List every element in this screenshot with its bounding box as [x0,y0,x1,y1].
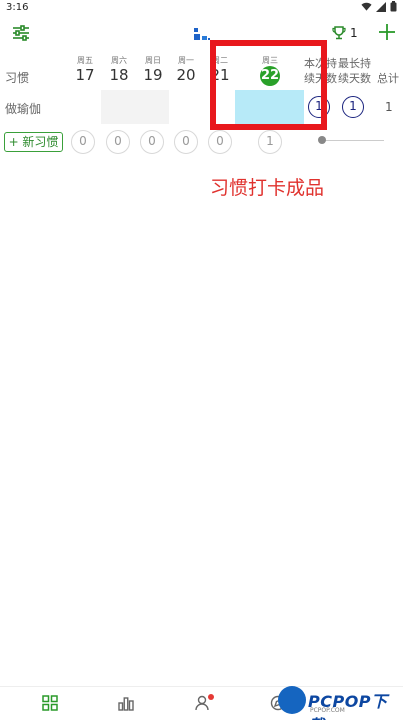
habit-column-header: 习惯 [5,71,30,85]
day-weekday: 周六 [111,56,127,65]
day-date: 17 [75,66,95,84]
best-streak-header: 最长持 续天数 [338,56,371,86]
total-header: 总计 [377,72,399,85]
day-count-ring: 1 [258,130,282,154]
habit-day-cell[interactable] [101,90,169,124]
best-streak-header-line2: 续天数 [338,72,371,85]
day-header: 周日 19 [136,55,170,84]
status-icons [361,1,397,12]
day-header: 周一 20 [169,55,203,84]
day-date: 18 [109,66,129,84]
status-bar: 3:16 [0,0,403,16]
filter-settings-icon[interactable] [10,22,32,44]
new-habit-button[interactable]: + 新习惯 [4,132,63,152]
notification-dot [208,694,214,700]
day-date: 19 [143,66,163,84]
watermark-brand: PCPOP下载 [308,692,388,720]
wifi-icon [361,2,372,11]
status-time: 3:16 [6,2,29,13]
day-count-ring: 0 [208,130,232,154]
app-bar: 1 [0,18,403,50]
annotation-highlight-box [210,40,327,130]
day-count-ring: 0 [106,130,130,154]
day-weekday: 周一 [178,56,194,65]
day-header: 周五 17 [68,55,102,84]
nav-habits-grid-icon[interactable] [42,695,62,715]
slider-track[interactable] [322,140,384,141]
habit-total-value: 1 [385,100,393,114]
signal-icon [376,1,386,12]
add-icon[interactable] [376,21,398,43]
trophy-icon[interactable] [331,24,347,42]
view-switch-icon[interactable] [192,26,212,42]
watermark-emblem-icon [278,686,306,714]
nav-profile-icon[interactable] [195,694,215,715]
day-weekday: 周日 [145,56,161,65]
watermark-sub: PCPOP.COM [310,707,345,714]
slider-handle[interactable] [318,136,326,144]
trophy-count: 1 [350,26,358,40]
best-streak-value: 1 [342,96,364,118]
day-weekday: 周五 [77,56,93,65]
day-header: 周六 18 [102,55,136,84]
day-count-ring: 0 [71,130,95,154]
nav-stats-chart-icon[interactable] [118,695,138,715]
day-count-ring: 0 [140,130,164,154]
annotation-label: 习惯打卡成品 [210,177,325,199]
day-count-ring: 0 [174,130,198,154]
watermark-logo: PCPOP下载 PCPOP.COM [278,683,403,720]
habit-name[interactable]: 做瑜伽 [5,100,41,117]
best-streak-header-line1: 最长持 [338,57,371,70]
battery-icon [390,1,397,12]
day-date: 20 [176,66,196,84]
